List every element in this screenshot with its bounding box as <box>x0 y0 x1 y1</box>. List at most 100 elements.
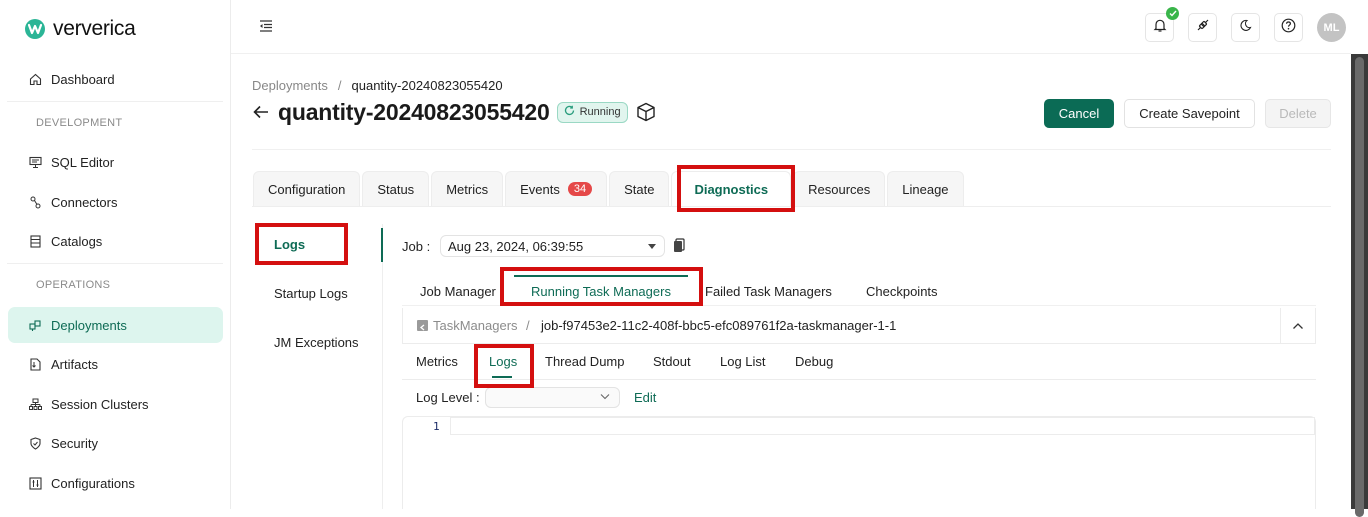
top-bar: ML <box>231 0 1351 54</box>
log-editor[interactable]: 1 <box>402 416 1316 509</box>
shield-icon <box>28 436 42 450</box>
sidebar-item-catalogs[interactable]: Catalogs <box>8 223 223 259</box>
inner-tab-logs[interactable]: Logs <box>489 354 517 369</box>
sidebar-item-security[interactable]: Security <box>8 425 223 461</box>
inner-tab-active-indicator <box>492 376 512 378</box>
caret-down-icon <box>648 244 656 249</box>
diagnostics-menu-active-indicator <box>381 228 383 262</box>
inner-tab-stdout[interactable]: Stdout <box>653 354 691 369</box>
tab-label: Resources <box>808 181 871 197</box>
taskmanager-header: TaskManagers / job-f97453e2-11c2-408f-bb… <box>402 308 1316 344</box>
tab-status[interactable]: Status <box>362 171 430 206</box>
tab-label: State <box>624 181 655 197</box>
inner-tab-debug[interactable]: Debug <box>795 354 833 369</box>
connectors-icon <box>28 195 42 209</box>
sidebar-item-label: Connectors <box>51 194 118 210</box>
create-savepoint-button[interactable]: Create Savepoint <box>1124 99 1255 128</box>
page-scrollbar[interactable] <box>1351 54 1368 517</box>
tab-label: Configuration <box>268 181 346 197</box>
diagnostics-menu-jm-exceptions[interactable]: JM Exceptions <box>274 335 359 350</box>
log-level-select[interactable] <box>485 387 620 408</box>
bell-icon <box>1153 18 1167 38</box>
events-count-badge: 34 <box>567 182 593 196</box>
section-label-development: DEVELOPMENT <box>36 117 123 129</box>
sidebar-item-label: Session Clusters <box>51 396 149 412</box>
back-arrow-icon[interactable] <box>252 103 270 121</box>
tab-label: Events <box>520 181 560 197</box>
taskmanager-tabs: Metrics Logs Thread Dump Stdout Log List… <box>402 345 1316 380</box>
back-caret-icon[interactable] <box>417 320 428 331</box>
user-avatar[interactable]: ML <box>1317 13 1346 42</box>
tab-events[interactable]: Events 34 <box>505 171 608 206</box>
artifact-file-icon <box>28 357 42 371</box>
subtab-job-manager[interactable]: Job Manager <box>420 284 496 299</box>
copy-icon[interactable] <box>673 238 685 253</box>
sidebar-item-dashboard[interactable]: Dashboard <box>8 61 223 97</box>
brand-name: ververica <box>53 17 136 40</box>
cancel-button[interactable]: Cancel <box>1044 99 1114 128</box>
tabs-divider <box>252 206 1331 207</box>
sidebar-item-artifacts[interactable]: Artifacts <box>8 346 223 382</box>
scrollbar-thumb[interactable] <box>1355 57 1364 517</box>
job-label: Job : <box>402 239 431 254</box>
sidebar-item-label: Configurations <box>51 475 135 491</box>
connection-button[interactable] <box>1188 13 1217 42</box>
chevron-up-icon <box>1292 317 1304 335</box>
sidebar-item-configurations[interactable]: Configurations <box>8 465 223 501</box>
tab-lineage[interactable]: Lineage <box>887 171 964 206</box>
ververica-logo[interactable]: ververica <box>25 17 136 41</box>
taskmanagers-link[interactable]: TaskManagers <box>433 318 518 333</box>
menu-collapse-icon[interactable] <box>259 19 275 35</box>
deployments-icon <box>28 318 42 332</box>
sidebar-item-label: SQL Editor <box>51 154 115 170</box>
cube-icon[interactable] <box>636 102 656 122</box>
sidebar-item-label: Security <box>51 435 98 451</box>
collapse-button[interactable] <box>1280 308 1315 343</box>
sidebar-item-label: Artifacts <box>51 356 98 372</box>
inner-tab-log-list[interactable]: Log List <box>720 354 766 369</box>
active-line[interactable] <box>450 417 1315 435</box>
notifications-button[interactable] <box>1145 7 1179 42</box>
chevron-down-icon <box>600 394 610 400</box>
section-label-operations: OPERATIONS <box>36 279 111 291</box>
line-number: 1 <box>433 420 440 433</box>
sidebar-item-connectors[interactable]: Connectors <box>8 184 223 220</box>
breadcrumb-deployments-link[interactable]: Deployments <box>252 78 328 93</box>
inner-tab-metrics[interactable]: Metrics <box>416 354 458 369</box>
help-button[interactable] <box>1274 13 1303 42</box>
breadcrumb: Deployments / quantity-20240823055420 <box>252 78 503 93</box>
page-title: quantity-20240823055420 <box>278 98 550 125</box>
diagnostics-menu-startup-logs[interactable]: Startup Logs <box>274 286 348 301</box>
deployment-tabs: Configuration Status Metrics Events 34 St… <box>253 171 964 206</box>
sidebar-item-deployments[interactable]: Deployments <box>8 307 223 343</box>
subtab-checkpoints[interactable]: Checkpoints <box>866 284 938 299</box>
job-select[interactable]: Aug 23, 2024, 06:39:55 <box>440 235 665 257</box>
home-icon <box>28 72 42 86</box>
ververica-logo-icon <box>25 19 45 39</box>
tab-configuration[interactable]: Configuration <box>253 171 361 206</box>
sidebar-item-session-clusters[interactable]: Session Clusters <box>8 386 223 422</box>
edit-log-level-link[interactable]: Edit <box>634 390 656 405</box>
tab-state[interactable]: State <box>609 171 670 206</box>
subtab-running-task-managers[interactable]: Running Task Managers <box>531 284 671 299</box>
delete-button[interactable]: Delete <box>1265 99 1331 128</box>
tab-label: Metrics <box>446 181 489 197</box>
subtab-failed-task-managers[interactable]: Failed Task Managers <box>705 284 832 299</box>
header-divider <box>252 149 1331 150</box>
sliders-icon <box>28 476 42 490</box>
inner-tab-thread-dump[interactable]: Thread Dump <box>545 354 624 369</box>
manager-tabs: Job Manager Running Task Managers Failed… <box>402 276 1316 306</box>
sidebar-divider <box>7 263 223 264</box>
help-icon <box>1281 18 1296 38</box>
theme-toggle-button[interactable] <box>1231 13 1260 42</box>
plug-icon <box>1196 18 1210 37</box>
tab-resources[interactable]: Resources <box>793 171 886 206</box>
diagnostics-menu-logs[interactable]: Logs <box>274 237 305 252</box>
sidebar-item-label: Deployments <box>51 317 127 333</box>
cluster-icon <box>28 397 42 411</box>
sidebar-item-label: Dashboard <box>51 71 115 87</box>
tab-diagnostics[interactable]: Diagnostics <box>671 171 792 206</box>
sidebar-item-sql-editor[interactable]: SQL Editor <box>8 144 223 180</box>
title-row: quantity-20240823055420 Running <box>252 98 656 126</box>
tab-metrics[interactable]: Metrics <box>431 171 504 206</box>
